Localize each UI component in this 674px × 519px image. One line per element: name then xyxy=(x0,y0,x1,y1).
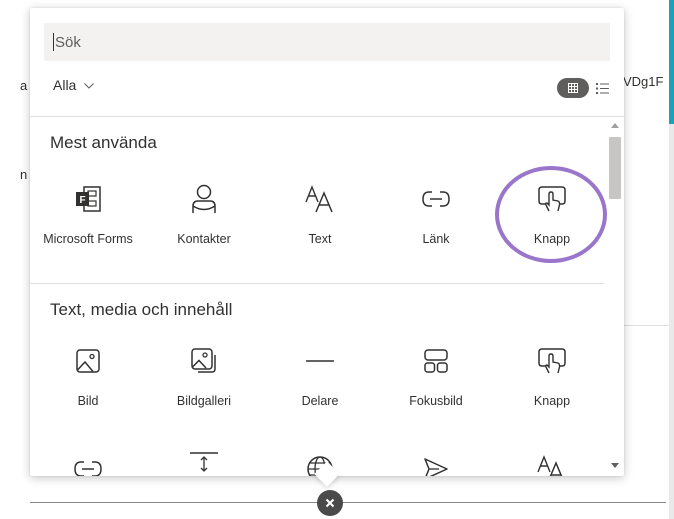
background-text-fragment: a xyxy=(20,78,28,93)
tile-label: Kontakter xyxy=(177,232,231,246)
scroll-down-arrow-icon[interactable] xyxy=(611,463,619,468)
section-title-text-media: Text, media och innehåll xyxy=(50,300,233,319)
tile-button-2[interactable]: Knapp xyxy=(494,339,610,411)
search-input[interactable]: Sök xyxy=(44,23,610,61)
tile-label: Bildgalleri xyxy=(176,394,232,408)
text-icon xyxy=(305,185,333,213)
chevron-down-icon xyxy=(84,82,95,89)
tile-text-partial[interactable] xyxy=(494,447,610,476)
spacer-icon xyxy=(190,452,218,472)
tile-text[interactable]: Text xyxy=(262,177,378,249)
link-icon xyxy=(422,191,450,207)
background-text-fragment: VDg1F xyxy=(623,74,664,89)
person-icon xyxy=(192,184,216,213)
background-text-fragment: n xyxy=(20,167,28,182)
page-scroll-track xyxy=(669,124,674,519)
tile-label: Länk xyxy=(422,232,450,246)
tile-label: Text xyxy=(308,232,332,246)
list-view-button[interactable] xyxy=(593,79,611,97)
tile-hero[interactable]: Fokusbild xyxy=(378,339,494,411)
tile-microsoft-forms[interactable]: F Microsoft Forms xyxy=(30,177,146,249)
tile-label: Microsoft Forms xyxy=(43,232,133,246)
tile-contacts[interactable]: Kontakter xyxy=(146,177,262,249)
category-filter-dropdown[interactable]: Alla xyxy=(53,77,95,93)
button-icon xyxy=(538,348,566,374)
annotation-highlight-circle xyxy=(495,166,607,263)
tile-label: Delare xyxy=(301,394,339,408)
tile-image[interactable]: Bild xyxy=(30,339,146,411)
tile-label: Fokusbild xyxy=(409,394,463,408)
section-separator xyxy=(30,283,604,284)
grid-icon xyxy=(568,83,578,93)
svg-text:F: F xyxy=(79,195,85,206)
tile-spacer-partial[interactable] xyxy=(146,447,262,476)
tile-image-gallery[interactable]: Bildgalleri xyxy=(146,339,262,411)
section-divider-line xyxy=(30,502,666,503)
close-icon xyxy=(325,498,335,508)
scroll-up-arrow-icon[interactable] xyxy=(611,123,619,128)
tile-divider[interactable]: Delare xyxy=(262,339,378,411)
view-toggle xyxy=(557,78,611,98)
close-picker-button[interactable] xyxy=(317,490,343,516)
send-icon xyxy=(424,458,448,476)
text-icon xyxy=(537,455,563,476)
gallery-icon xyxy=(191,348,216,373)
tile-link-partial[interactable] xyxy=(30,447,146,476)
section-title-most-used: Mest använda xyxy=(50,133,157,152)
tile-label: Bild xyxy=(77,394,99,408)
image-icon xyxy=(76,349,100,373)
list-icon xyxy=(595,82,609,94)
page-accent-bar xyxy=(669,0,674,124)
tile-link[interactable]: Länk xyxy=(378,177,494,249)
vertical-scrollbar[interactable] xyxy=(606,117,624,476)
scrollbar-thumb[interactable] xyxy=(609,137,621,199)
tile-send-partial[interactable] xyxy=(378,447,494,476)
search-placeholder: Sök xyxy=(55,33,81,51)
text-cursor xyxy=(53,33,54,51)
hero-icon xyxy=(424,349,448,373)
filter-selected-value: Alla xyxy=(53,77,77,93)
grid-view-button[interactable] xyxy=(557,78,589,98)
link-icon xyxy=(74,461,102,476)
divider-icon xyxy=(306,360,334,362)
tile-label: Knapp xyxy=(533,394,571,408)
forms-icon: F xyxy=(76,186,101,212)
